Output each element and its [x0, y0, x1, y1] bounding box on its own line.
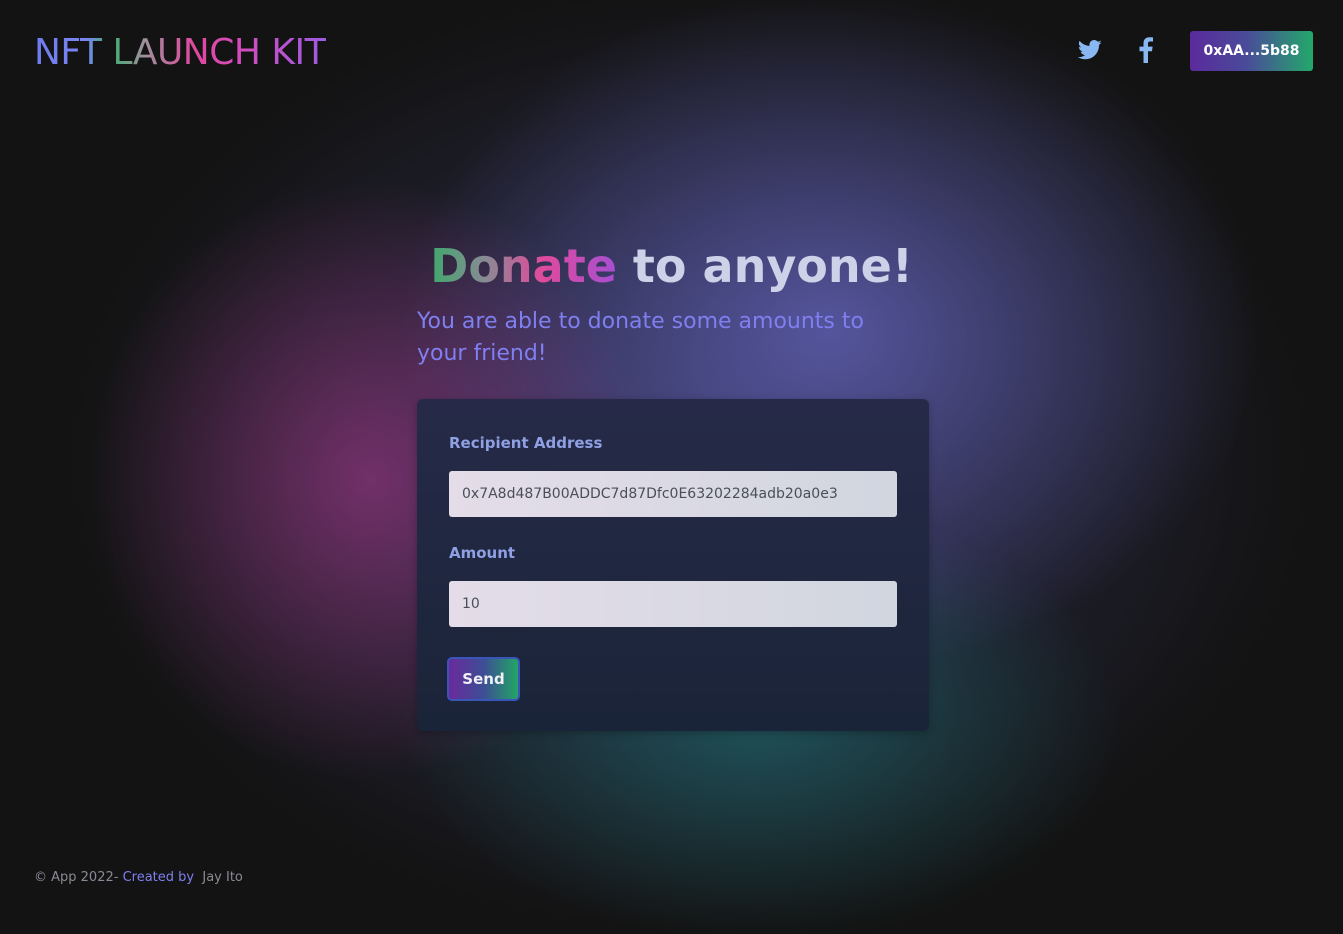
facebook-icon	[1139, 37, 1153, 63]
send-button[interactable]: Send	[447, 657, 520, 701]
donate-form: Recipient Address Amount Send	[417, 399, 929, 731]
twitter-link[interactable]	[1076, 36, 1104, 64]
footer-author: Jay Ito	[202, 870, 243, 885]
amount-input[interactable]	[449, 581, 897, 627]
recipient-address-label: Recipient Address	[449, 434, 603, 452]
amount-label: Amount	[449, 544, 516, 562]
title-rest: to anyone!	[616, 239, 913, 293]
footer-created-by-link[interactable]: Created by	[123, 870, 195, 885]
page-title: Donate to anyone!	[0, 236, 1343, 296]
wallet-address-button[interactable]: 0xAA...5b88	[1190, 31, 1313, 71]
footer: © App 2022- Created by Jay Ito	[34, 869, 243, 887]
footer-copyright: © App 2022-	[34, 870, 119, 885]
title-accent: Donate	[430, 239, 617, 293]
page-subtitle: You are able to donate some amounts to y…	[417, 309, 864, 366]
facebook-link[interactable]	[1132, 36, 1160, 64]
recipient-address-input[interactable]	[449, 471, 897, 517]
logo[interactable]: NFT LAUNCH KIT	[34, 31, 327, 75]
header: NFT LAUNCH KIT 0xAA...5b88	[0, 0, 1343, 104]
twitter-icon	[1078, 40, 1102, 60]
